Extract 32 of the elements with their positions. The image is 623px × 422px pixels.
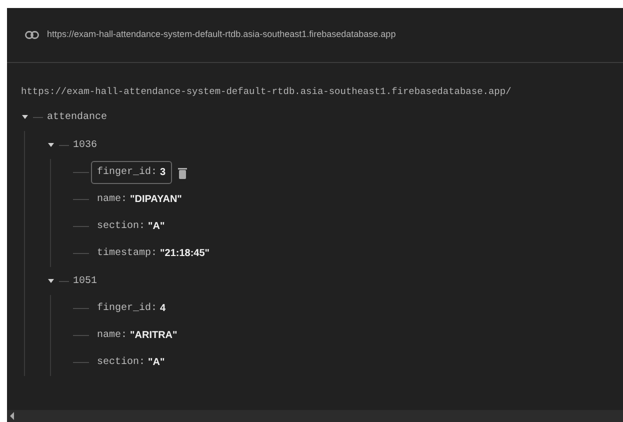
- leaf-value: 4: [160, 302, 166, 316]
- leaf-value: "A": [148, 356, 165, 370]
- leaf-key: finger_id:: [97, 301, 158, 316]
- leaf-key: section:: [97, 219, 146, 234]
- link-icon: [25, 31, 39, 39]
- root-url[interactable]: https://exam-hall-attendance-system-default-rtdb.asia-southeast1.firebasedatabase.app/: [21, 85, 609, 100]
- node-key[interactable]: 1036: [73, 138, 98, 153]
- trash-icon[interactable]: [178, 166, 187, 179]
- database-url: https://exam-hall-attendance-system-default-rtdb.asia-southeast1.firebasedatabase.app: [47, 28, 396, 42]
- leaf-key: name:: [97, 192, 128, 208]
- leaf-value: "A": [148, 220, 165, 234]
- leaf-value: "21:18:45": [160, 247, 210, 262]
- leaf-key: name:: [97, 328, 128, 344]
- leaf-key: timestamp:: [97, 246, 158, 262]
- leaf-key: finger_id:: [97, 165, 158, 180]
- leaf-entry[interactable]: finger_id: 4: [91, 297, 172, 320]
- leaf-entry[interactable]: finger_id: 3: [91, 161, 172, 184]
- caret-down-icon[interactable]: [21, 113, 29, 122]
- leaf-entry[interactable]: name: "ARITRA": [91, 324, 184, 348]
- caret-down-icon[interactable]: [47, 277, 55, 286]
- leaf-entry[interactable]: section: "A": [91, 351, 171, 374]
- leaf-entry[interactable]: timestamp: "21:18:45": [91, 242, 216, 266]
- leaf-value: 3: [160, 166, 166, 180]
- leaf-value: "DIPAYAN": [130, 193, 182, 208]
- leaf-entry[interactable]: name: "DIPAYAN": [91, 188, 188, 212]
- node-key[interactable]: 1051: [73, 274, 98, 289]
- node-key[interactable]: attendance: [47, 110, 108, 125]
- caret-down-icon[interactable]: [47, 141, 55, 150]
- leaf-key: section:: [97, 355, 146, 370]
- leaf-value: "ARITRA": [130, 329, 178, 344]
- leaf-entry[interactable]: section: "A": [91, 215, 171, 238]
- scroll-left-icon[interactable]: [9, 412, 15, 420]
